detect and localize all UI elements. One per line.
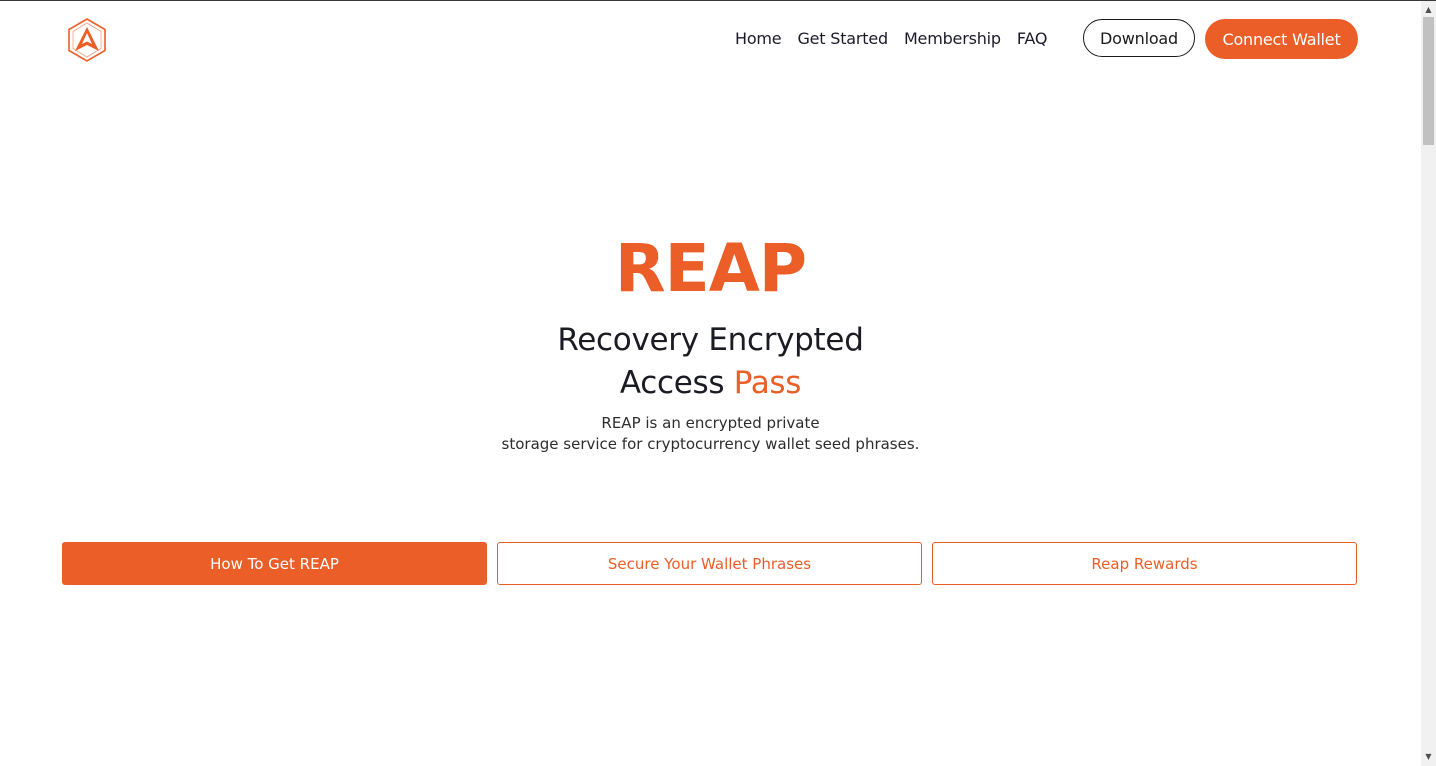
connect-wallet-button[interactable]: Connect Wallet xyxy=(1205,19,1358,59)
hero-subtitle-access: Access xyxy=(619,365,734,401)
hero-subtitle-pass: Pass xyxy=(733,365,802,401)
scroll-thumb[interactable] xyxy=(1423,17,1434,145)
tab-how-to-get-reap[interactable]: How To Get REAP xyxy=(62,542,487,585)
hero-description-line2: storage service for cryptocurrency walle… xyxy=(501,435,920,453)
hero-subtitle-line2: Access Pass xyxy=(0,362,1421,405)
hero-title: REAP xyxy=(614,230,807,307)
download-button[interactable]: Download xyxy=(1083,19,1195,57)
hero-subtitle: Recovery Encrypted Access Pass xyxy=(0,319,1421,405)
hero-description: REAP is an encrypted private storage ser… xyxy=(0,413,1421,455)
main-nav: Home Get Started Membership FAQ xyxy=(735,29,1063,49)
nav-membership[interactable]: Membership xyxy=(904,29,1001,49)
reap-hexagon-logo-icon xyxy=(68,18,106,62)
nav-get-started[interactable]: Get Started xyxy=(797,29,888,49)
nav-home[interactable]: Home xyxy=(735,29,782,49)
page: Home Get Started Membership FAQ Download… xyxy=(0,1,1421,766)
scroll-up-icon[interactable]: ▲ xyxy=(1421,3,1436,17)
hero-description-line1: REAP is an encrypted private xyxy=(601,414,820,432)
vertical-scrollbar[interactable]: ▲ ▼ xyxy=(1421,1,1436,766)
nav-faq[interactable]: FAQ xyxy=(1017,29,1048,49)
scroll-down-icon[interactable]: ▼ xyxy=(1421,750,1436,764)
tab-reap-rewards[interactable]: Reap Rewards xyxy=(932,542,1357,585)
reap-logo[interactable] xyxy=(66,17,108,63)
hero-subtitle-line1: Recovery Encrypted xyxy=(557,322,864,358)
tab-secure-wallet-phrases[interactable]: Secure Your Wallet Phrases xyxy=(497,542,922,585)
